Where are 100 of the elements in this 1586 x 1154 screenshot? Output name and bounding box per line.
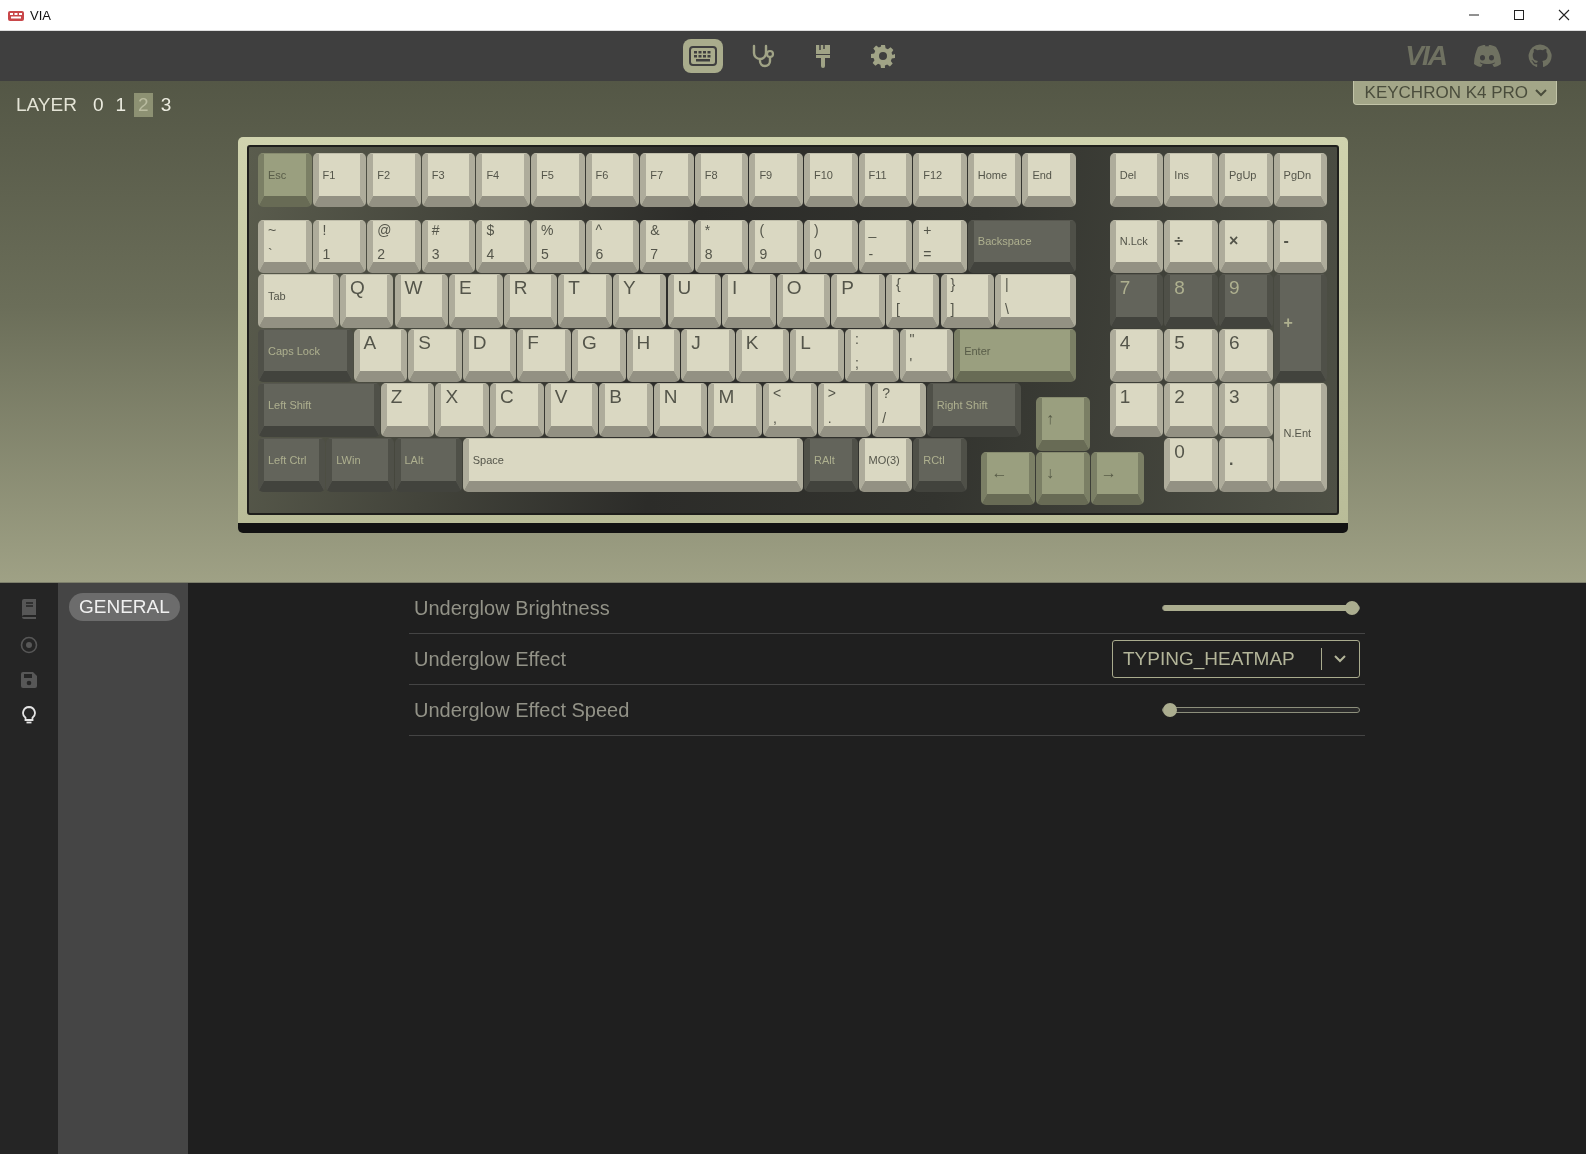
- keycap[interactable]: F4: [476, 153, 530, 207]
- keycap[interactable]: ^ 6: [585, 219, 640, 274]
- keycap[interactable]: LAlt: [394, 438, 462, 492]
- keycap[interactable]: { [: [885, 274, 940, 328]
- keycap[interactable]: B: [599, 383, 653, 437]
- keycap[interactable]: & 7: [640, 219, 694, 274]
- keycap[interactable]: PgUp: [1218, 153, 1273, 207]
- keyboard-tab[interactable]: [683, 39, 723, 73]
- keycap[interactable]: End: [1022, 153, 1076, 207]
- keycap[interactable]: K: [735, 328, 790, 383]
- keycap[interactable]: : ;: [844, 328, 899, 383]
- keycap[interactable]: L: [790, 328, 844, 383]
- keycap[interactable]: F8: [694, 153, 749, 207]
- keycap[interactable]: Home: [967, 153, 1022, 207]
- keycap[interactable]: I: [722, 274, 776, 328]
- keycap[interactable]: Caps Lock: [258, 328, 353, 383]
- keycap[interactable]: S: [408, 328, 462, 383]
- keycap[interactable]: $ 4: [476, 219, 530, 274]
- keycap[interactable]: + =: [913, 219, 967, 274]
- keycap[interactable]: T: [558, 274, 612, 328]
- keycap[interactable]: Y: [612, 274, 667, 328]
- close-icon[interactable]: [1558, 9, 1570, 21]
- keycap[interactable]: J: [681, 328, 735, 383]
- keycap[interactable]: 6: [1218, 328, 1273, 383]
- keycap[interactable]: * 8: [694, 219, 749, 274]
- keycap[interactable]: G: [571, 328, 626, 383]
- keycap[interactable]: .: [1218, 438, 1273, 492]
- keycap[interactable]: 8: [1164, 274, 1218, 328]
- keycap[interactable]: C: [490, 383, 544, 437]
- menu-item[interactable]: GENERAL: [69, 593, 180, 621]
- keycap[interactable]: Q: [339, 274, 394, 328]
- keycap[interactable]: Z: [380, 383, 435, 437]
- keycap[interactable]: | \: [995, 274, 1076, 328]
- discord-icon[interactable]: [1472, 45, 1502, 67]
- keycap[interactable]: ! 1: [312, 219, 367, 274]
- keycap[interactable]: F1: [312, 153, 367, 207]
- keycap[interactable]: O: [776, 274, 831, 328]
- keycap[interactable]: ? /: [872, 383, 926, 437]
- keycap[interactable]: F12: [913, 153, 967, 207]
- keycap[interactable]: 9: [1218, 274, 1273, 328]
- keycap[interactable]: 1: [1109, 383, 1164, 437]
- keycap[interactable]: % 5: [531, 219, 585, 274]
- keycap[interactable]: P: [831, 274, 885, 328]
- lightbulb-icon[interactable]: [22, 706, 36, 725]
- keycap[interactable]: E: [449, 274, 503, 328]
- keycap[interactable]: N: [653, 383, 708, 437]
- slider-thumb[interactable]: [1163, 703, 1177, 717]
- keycap[interactable]: RCtl: [913, 438, 967, 492]
- github-icon[interactable]: [1528, 44, 1552, 68]
- book-icon[interactable]: [20, 599, 38, 619]
- keycap[interactable]: 5: [1164, 328, 1218, 383]
- keycap[interactable]: @ 2: [367, 219, 421, 274]
- keycap[interactable]: ) 0: [804, 219, 858, 274]
- keycap[interactable]: F: [517, 328, 571, 383]
- keycap[interactable]: A: [353, 328, 408, 383]
- keycap[interactable]: RAlt: [804, 438, 858, 492]
- keycap[interactable]: -: [1273, 219, 1328, 274]
- keycap[interactable]: N.Ent: [1273, 383, 1328, 492]
- keycap[interactable]: } ]: [940, 274, 995, 328]
- keycap[interactable]: ~ `: [258, 219, 312, 274]
- keycap[interactable]: 4: [1109, 328, 1164, 383]
- save-icon[interactable]: [20, 671, 38, 689]
- keycap[interactable]: M: [708, 383, 763, 437]
- keycap[interactable]: Space: [462, 438, 803, 492]
- layer-tab[interactable]: 1: [111, 93, 131, 117]
- keycap[interactable]: # 3: [421, 219, 476, 274]
- keycap[interactable]: < ,: [763, 383, 817, 437]
- keycap[interactable]: Tab: [258, 274, 339, 328]
- keycap[interactable]: Left Shift: [258, 383, 380, 437]
- keycap[interactable]: F9: [749, 153, 803, 207]
- keycap[interactable]: ÷: [1164, 219, 1218, 274]
- keycap[interactable]: F3: [421, 153, 476, 207]
- keycap[interactable]: N.Lck: [1109, 219, 1164, 274]
- layer-tab[interactable]: 3: [156, 93, 176, 117]
- keycap[interactable]: Left Ctrl: [258, 438, 326, 492]
- keycap[interactable]: Backspace: [967, 219, 1076, 274]
- keycap[interactable]: Right Shift: [926, 383, 1022, 437]
- keycap[interactable]: PgDn: [1273, 153, 1328, 207]
- keycap[interactable]: F10: [804, 153, 858, 207]
- keycap[interactable]: Ins: [1164, 153, 1218, 207]
- keycap[interactable]: MO(3): [858, 438, 913, 492]
- effect-dropdown[interactable]: TYPING_HEATMAP: [1112, 640, 1360, 678]
- keycap[interactable]: 0: [1164, 438, 1218, 492]
- layer-tab[interactable]: 0: [88, 93, 108, 117]
- keycap[interactable]: V: [544, 383, 599, 437]
- keycap[interactable]: 2: [1164, 383, 1218, 437]
- target-icon[interactable]: [20, 636, 38, 654]
- keycap[interactable]: R: [503, 274, 558, 328]
- keycap[interactable]: D: [462, 328, 517, 383]
- device-dropdown[interactable]: KEYCHRON K4 PRO: [1352, 81, 1557, 105]
- keycap[interactable]: U: [667, 274, 722, 328]
- maximize-icon[interactable]: [1513, 9, 1525, 21]
- keycap[interactable]: _ -: [858, 219, 913, 274]
- keycap[interactable]: W: [394, 274, 449, 328]
- keycap[interactable]: LWin: [326, 438, 394, 492]
- keycap[interactable]: F7: [640, 153, 694, 207]
- slider-thumb[interactable]: [1345, 601, 1359, 615]
- keycap[interactable]: F5: [531, 153, 585, 207]
- keycap[interactable]: Del: [1109, 153, 1164, 207]
- keycap[interactable]: X: [435, 383, 490, 437]
